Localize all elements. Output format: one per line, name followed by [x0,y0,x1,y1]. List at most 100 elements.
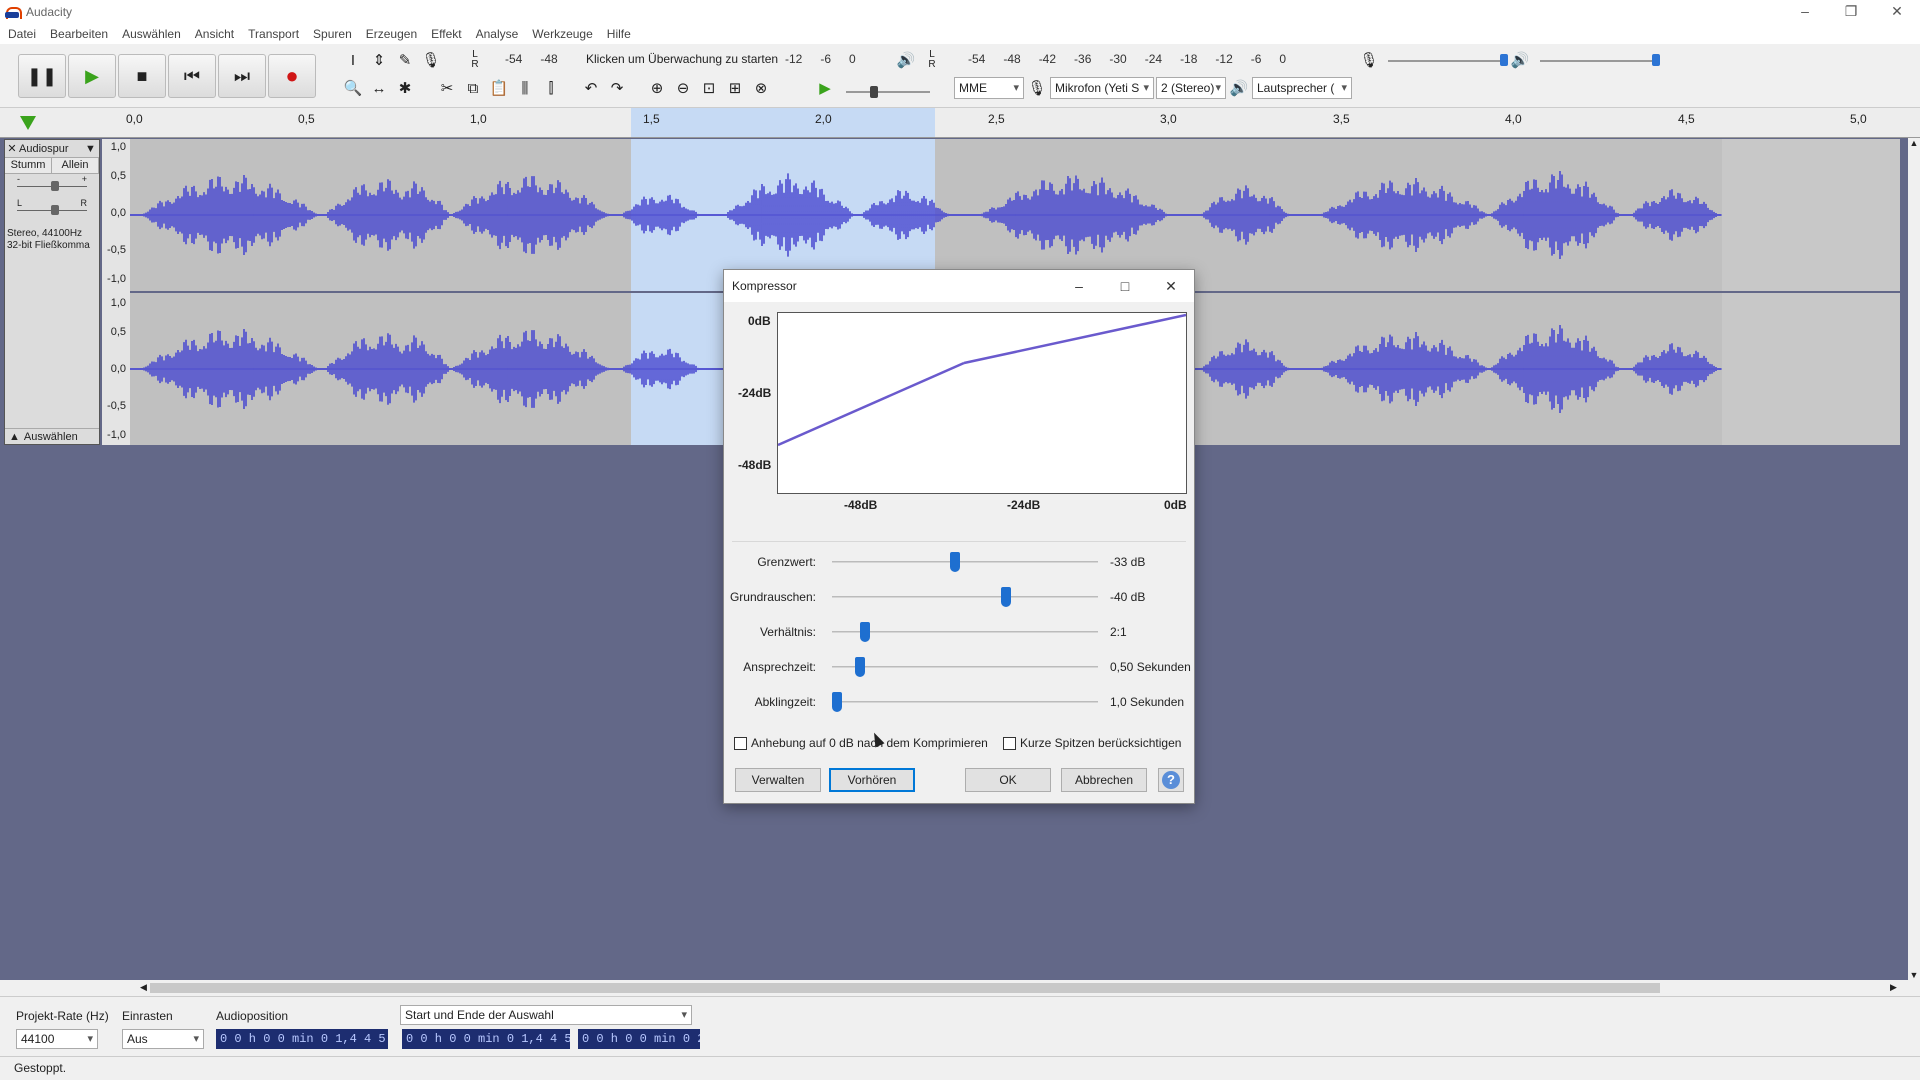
gain-thumb[interactable] [51,181,59,191]
menu-bearbeiten[interactable]: Bearbeiten [50,27,108,41]
menu-transport[interactable]: Transport [248,27,299,41]
playback-device-select[interactable]: Lautsprecher ( [1252,77,1352,99]
project-rate-select[interactable]: 44100 [16,1029,98,1049]
multi-tool-icon[interactable]: ✱ [392,75,418,101]
gain-plus-label: + [81,174,87,184]
ok-button[interactable]: OK [965,768,1051,792]
zoom-tool-icon[interactable]: 🔍 [340,75,366,101]
threshold-slider[interactable] [949,552,960,572]
pan-thumb[interactable] [51,205,59,215]
manage-button[interactable]: Verwalten [735,768,821,792]
track-select-button[interactable]: ▲ Auswählen [5,428,99,444]
vertical-scrollbar[interactable]: ▲ ▼ [1908,138,1920,980]
menu-ansicht[interactable]: Ansicht [195,27,234,41]
timeline-ruler[interactable]: 0,0 0,5 1,0 1,5 2,0 2,5 3,0 3,5 4,0 4,5 … [0,108,1920,138]
paste-icon[interactable]: 📋 [486,75,512,101]
menu-werkzeuge[interactable]: Werkzeuge [532,27,592,41]
audio-position-field[interactable]: 0 0 h 0 0 min 0 1,4 4 5 sec [216,1029,388,1049]
peaks-checkbox[interactable]: Kurze Spitzen berücksichtigen [1003,736,1181,750]
speaker-meter-icon[interactable]: 🔊 [893,47,919,73]
scroll-up-icon[interactable]: ▲ [1908,138,1920,148]
play-at-speed-icon[interactable]: ▶ [812,75,838,101]
track-name-menu[interactable]: Audiospur [19,143,85,155]
envelope-tool-icon[interactable]: ⇕ [366,47,392,73]
scroll-left-icon[interactable]: ◀ [140,982,147,993]
silence-icon[interactable]: ⫿ [538,75,564,101]
fit-project-icon[interactable]: ⊞ [722,75,748,101]
makeup-gain-checkbox[interactable]: Anhebung auf 0 dB nach dem Komprimieren [734,736,988,750]
recording-device-select[interactable]: Mikrofon (Yeti S [1050,77,1154,99]
noise-floor-slider[interactable] [1000,587,1011,607]
redo-icon[interactable]: ↷ [604,75,630,101]
pause-button[interactable]: ❚❚ [18,54,66,98]
microphone-icon[interactable]: 🎙 [418,47,444,73]
menu-hilfe[interactable]: Hilfe [607,27,631,41]
record-meter-scale-left[interactable]: -54 -48 [505,52,576,66]
dialog-minimize-icon[interactable]: – [1056,270,1102,302]
stop-icon: ■ [136,65,148,86]
menu-spuren[interactable]: Spuren [313,27,352,41]
trim-icon[interactable]: ⫼ [512,75,538,101]
zoom-toggle-icon[interactable]: ⊗ [748,75,774,101]
skip-start-button[interactable]: ⏮ [168,54,216,98]
draw-tool-icon[interactable]: ✎ [392,47,418,73]
track-menu-chevron-icon[interactable]: ▼ [85,143,99,155]
skip-end-button[interactable]: ⏭ [218,54,266,98]
scroll-right-icon[interactable]: ▶ [1890,982,1897,993]
menu-erzeugen[interactable]: Erzeugen [366,27,417,41]
attack-slider[interactable] [855,657,866,677]
help-button[interactable]: ? [1158,768,1184,792]
timeshift-tool-icon[interactable]: ↔ [366,75,392,101]
play-head-triangle-icon[interactable] [20,116,36,130]
snap-select[interactable]: Aus [122,1029,204,1049]
vertical-scale[interactable]: 1,0 0,5 0,0 -0,5 -1,0 1,0 0,5 0,0 -0,5 -… [102,139,130,445]
stop-button[interactable]: ■ [118,54,166,98]
track-close-icon[interactable]: ✕ [5,142,19,155]
record-button[interactable]: ● [268,54,316,98]
close-icon[interactable]: ✕ [1874,0,1920,24]
record-meter-scale-right[interactable]: -12 -6 0 [785,52,874,66]
horizontal-scroll-thumb[interactable] [150,983,1660,993]
record-meter-prompt[interactable]: Klicken um Überwachung zu starten [586,52,778,66]
playback-volume-slider[interactable] [1652,54,1660,66]
ratio-label: Verhältnis: [759,625,816,639]
selection-mode-select[interactable]: Start und Ende der Auswahl [400,1005,692,1025]
checkbox-box[interactable] [734,736,747,750]
menu-analyse[interactable]: Analyse [476,27,519,41]
playback-meter-scale[interactable]: -54 -48 -42 -36 -30 -24 -18 -12 -6 0 [968,52,1304,66]
cancel-button[interactable]: Abbrechen [1061,768,1147,792]
gain-slider[interactable]: - + [11,174,93,198]
menu-datei[interactable]: Datei [8,27,36,41]
zoom-out-icon[interactable]: ⊖ [670,75,696,101]
horizontal-scrollbar[interactable]: ◀ ▶ [0,980,1908,996]
copy-icon[interactable]: ⧉ [460,75,486,101]
speed-slider[interactable] [870,86,878,98]
dialog-close-icon[interactable]: ✕ [1148,270,1194,302]
checkbox-box[interactable] [1003,736,1016,750]
peaks-label: Kurze Spitzen berücksichtigen [1020,736,1182,750]
preview-button[interactable]: Vorhören [829,768,915,792]
play-button[interactable]: ▶ [68,54,116,98]
scroll-down-icon[interactable]: ▼ [1908,970,1920,980]
selection-start-field[interactable]: 0 0 h 0 0 min 0 1,4 4 5 sec [402,1029,570,1049]
undo-icon[interactable]: ↶ [578,75,604,101]
restore-icon[interactable]: ❐ [1828,0,1874,24]
pan-slider[interactable]: L R [11,198,93,222]
zoom-in-icon[interactable]: ⊕ [644,75,670,101]
channels-select[interactable]: 2 (Stereo) [1156,77,1226,99]
release-slider[interactable] [832,692,842,712]
mute-button[interactable]: Stumm [5,158,52,173]
dialog-maximize-icon[interactable]: □ [1102,270,1148,302]
compressor-dialog: Kompressor – □ ✕ 0dB -24dB -48dB -48dB -… [723,269,1195,804]
cut-icon[interactable]: ✂ [434,75,460,101]
audio-host-select[interactable]: MME [954,77,1024,99]
menu-effekt[interactable]: Effekt [431,27,461,41]
ratio-slider[interactable] [860,622,871,642]
solo-button[interactable]: Allein [52,158,99,173]
minimize-icon[interactable]: – [1782,0,1828,24]
collapse-icon[interactable]: ▲ [9,431,20,443]
fit-selection-icon[interactable]: ⊡ [696,75,722,101]
menu-auswaehlen[interactable]: Auswählen [122,27,181,41]
selection-tool-icon[interactable]: I [340,47,366,73]
selection-end-field[interactable]: 0 0 h 0 0 min 0 2,3 3 [578,1029,700,1049]
